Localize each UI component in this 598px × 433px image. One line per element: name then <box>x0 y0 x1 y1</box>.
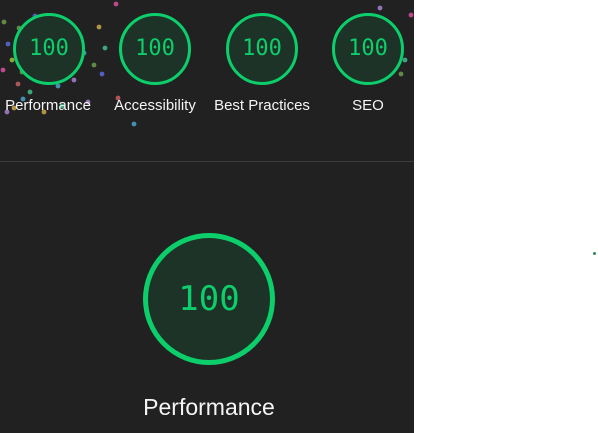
gauge-label-best-practices: Best Practices <box>214 97 310 114</box>
confetti-dot <box>102 45 108 51</box>
main-gauge-title: Performance <box>143 394 275 420</box>
gauge-accessibility[interactable]: 100 <box>119 13 191 85</box>
main-gauge-score: 100 <box>178 279 240 319</box>
gauge-label-accessibility: Accessibility <box>114 97 196 114</box>
confetti-dot <box>99 71 105 77</box>
gauge-best-practices[interactable]: 100 <box>226 13 298 85</box>
confetti-dot <box>96 24 102 30</box>
confetti-dot <box>91 62 97 68</box>
confetti-dot <box>408 12 414 18</box>
gauge-label-seo: SEO <box>352 97 384 114</box>
gauge-score: 100 <box>135 36 175 61</box>
confetti-dot <box>131 121 137 127</box>
confetti-dot <box>5 41 11 47</box>
page: 100 Performance 100 Accessibility 100 Be… <box>0 0 598 433</box>
confetti-dot <box>113 1 119 7</box>
gauge-label-performance: Performance <box>5 97 91 114</box>
gauge-score: 100 <box>242 36 282 61</box>
gauge-score: 100 <box>348 36 388 61</box>
confetti-dot <box>27 89 33 95</box>
main-gauge-performance: 100 <box>143 233 275 365</box>
section-divider <box>0 161 414 162</box>
gauge-seo[interactable]: 100 <box>332 13 404 85</box>
confetti-dot <box>0 67 6 73</box>
confetti-dot <box>1 19 7 25</box>
gauge-performance[interactable]: 100 <box>13 13 85 85</box>
gauge-score: 100 <box>29 36 69 61</box>
dot-decoration <box>593 252 596 255</box>
confetti-dot <box>377 5 383 11</box>
lighthouse-report: 100 Performance 100 Accessibility 100 Be… <box>0 0 414 433</box>
